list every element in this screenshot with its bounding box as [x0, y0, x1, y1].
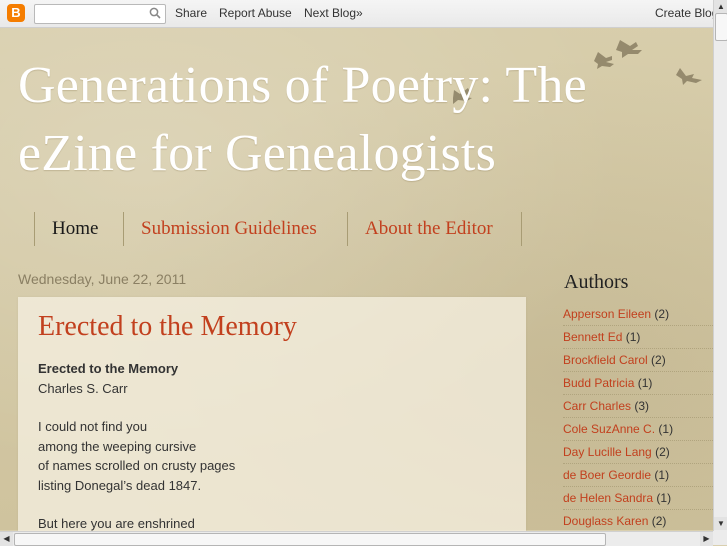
author-count: (2) — [651, 353, 666, 367]
author-link[interactable]: Brockfield Carol — [563, 353, 648, 367]
report-abuse-link[interactable]: Report Abuse — [219, 6, 292, 20]
search-input[interactable] — [37, 6, 149, 22]
tab-about-the-editor[interactable]: About the Editor — [347, 212, 520, 246]
author-count: (3) — [634, 399, 650, 413]
author-link[interactable]: Douglass Karen — [563, 514, 648, 528]
post-line — [38, 495, 235, 514]
tab-submission-guidelines[interactable]: Submission Guidelines — [123, 212, 347, 246]
sidebar-title: Authors — [564, 271, 629, 293]
post-title[interactable]: Erected to the Memory — [38, 311, 297, 343]
author-link[interactable]: Cole SuzAnne C. — [563, 422, 655, 436]
date-header: Wednesday, June 22, 2011 — [18, 271, 187, 287]
list-item: Apperson Eileen (2) — [563, 303, 713, 326]
author-link[interactable]: Budd Patricia — [563, 376, 634, 390]
next-blog-link[interactable]: Next Blog» — [304, 6, 363, 20]
post-line: listing Donegal’s dead 1847. — [38, 477, 202, 493]
scroll-right-icon[interactable]: ▶ — [700, 532, 713, 546]
list-item: Budd Patricia (1) — [563, 372, 713, 395]
blogger-navbar: B Share Report Abuse Next Blog» Create B… — [0, 0, 713, 28]
list-item: de Helen Sandra (1) — [563, 487, 713, 510]
author-count: (1) — [637, 376, 653, 390]
author-link[interactable]: Day Lucille Lang — [563, 445, 652, 459]
scroll-left-icon[interactable]: ◀ — [0, 532, 13, 546]
post-line: I could not find you — [38, 419, 148, 434]
tab-divider — [521, 212, 522, 246]
blogger-logo-letter: B — [11, 5, 21, 20]
author-count: (2) — [651, 514, 667, 528]
horizontal-scroll-thumb[interactable] — [14, 533, 606, 546]
blogger-logo-icon[interactable]: B — [7, 4, 25, 22]
list-item: Douglass Karen (2) — [563, 510, 713, 533]
scroll-down-icon[interactable]: ▼ — [714, 517, 727, 530]
author-link[interactable]: de Helen Sandra — [563, 491, 653, 505]
share-link[interactable]: Share — [175, 6, 207, 20]
author-count: (1) — [654, 468, 670, 482]
list-item: Carr Charles (3) — [563, 395, 713, 418]
post-line — [38, 398, 235, 417]
author-count: (2) — [654, 307, 670, 321]
post-line: Charles S. Carr — [38, 380, 128, 396]
author-link[interactable]: Bennett Ed — [563, 330, 622, 344]
list-item: Day Lucille Lang (2) — [563, 441, 713, 464]
author-count: (1) — [656, 491, 672, 505]
list-item: Cole SuzAnne C. (1) — [563, 418, 713, 441]
author-link[interactable]: de Boer Geordie — [563, 468, 651, 482]
horizontal-scrollbar[interactable]: ◀ ▶ — [0, 531, 713, 546]
post-line: of names scrolled on crusty pages — [38, 458, 236, 473]
post-line: among the weeping cursive — [38, 438, 197, 454]
vertical-scrollbar[interactable]: ▲ ▼ — [713, 0, 727, 531]
author-count: (2) — [655, 445, 670, 459]
tab-home[interactable]: Home — [34, 212, 123, 246]
search-icon[interactable] — [149, 7, 161, 19]
blog-title[interactable]: Generations of Poetry: The eZine for Gen… — [18, 52, 698, 188]
scroll-up-icon[interactable]: ▲ — [714, 0, 727, 13]
authors-list: Apperson Eileen (2) Bennett Ed (1) Brock… — [563, 303, 713, 533]
post-body: Erected to the Memory Charles S. Carr I … — [38, 359, 235, 534]
list-item: Brockfield Carol (2) — [563, 349, 713, 372]
blog-post: Erected to the Memory Erected to the Mem… — [18, 297, 526, 537]
create-blog-link[interactable]: Create Blog — [655, 6, 713, 20]
list-item: de Boer Geordie (1) — [563, 464, 713, 487]
author-link[interactable]: Apperson Eileen — [563, 307, 651, 321]
author-count: (1) — [658, 422, 674, 436]
vertical-scroll-thumb[interactable] — [715, 13, 727, 41]
list-item: Bennett Ed (1) — [563, 326, 713, 349]
author-link[interactable]: Carr Charles — [563, 399, 631, 413]
author-count: (1) — [625, 330, 641, 344]
search-box[interactable] — [34, 4, 166, 24]
post-line: Erected to the Memory — [38, 361, 179, 376]
scrollbar-corner — [713, 531, 727, 545]
